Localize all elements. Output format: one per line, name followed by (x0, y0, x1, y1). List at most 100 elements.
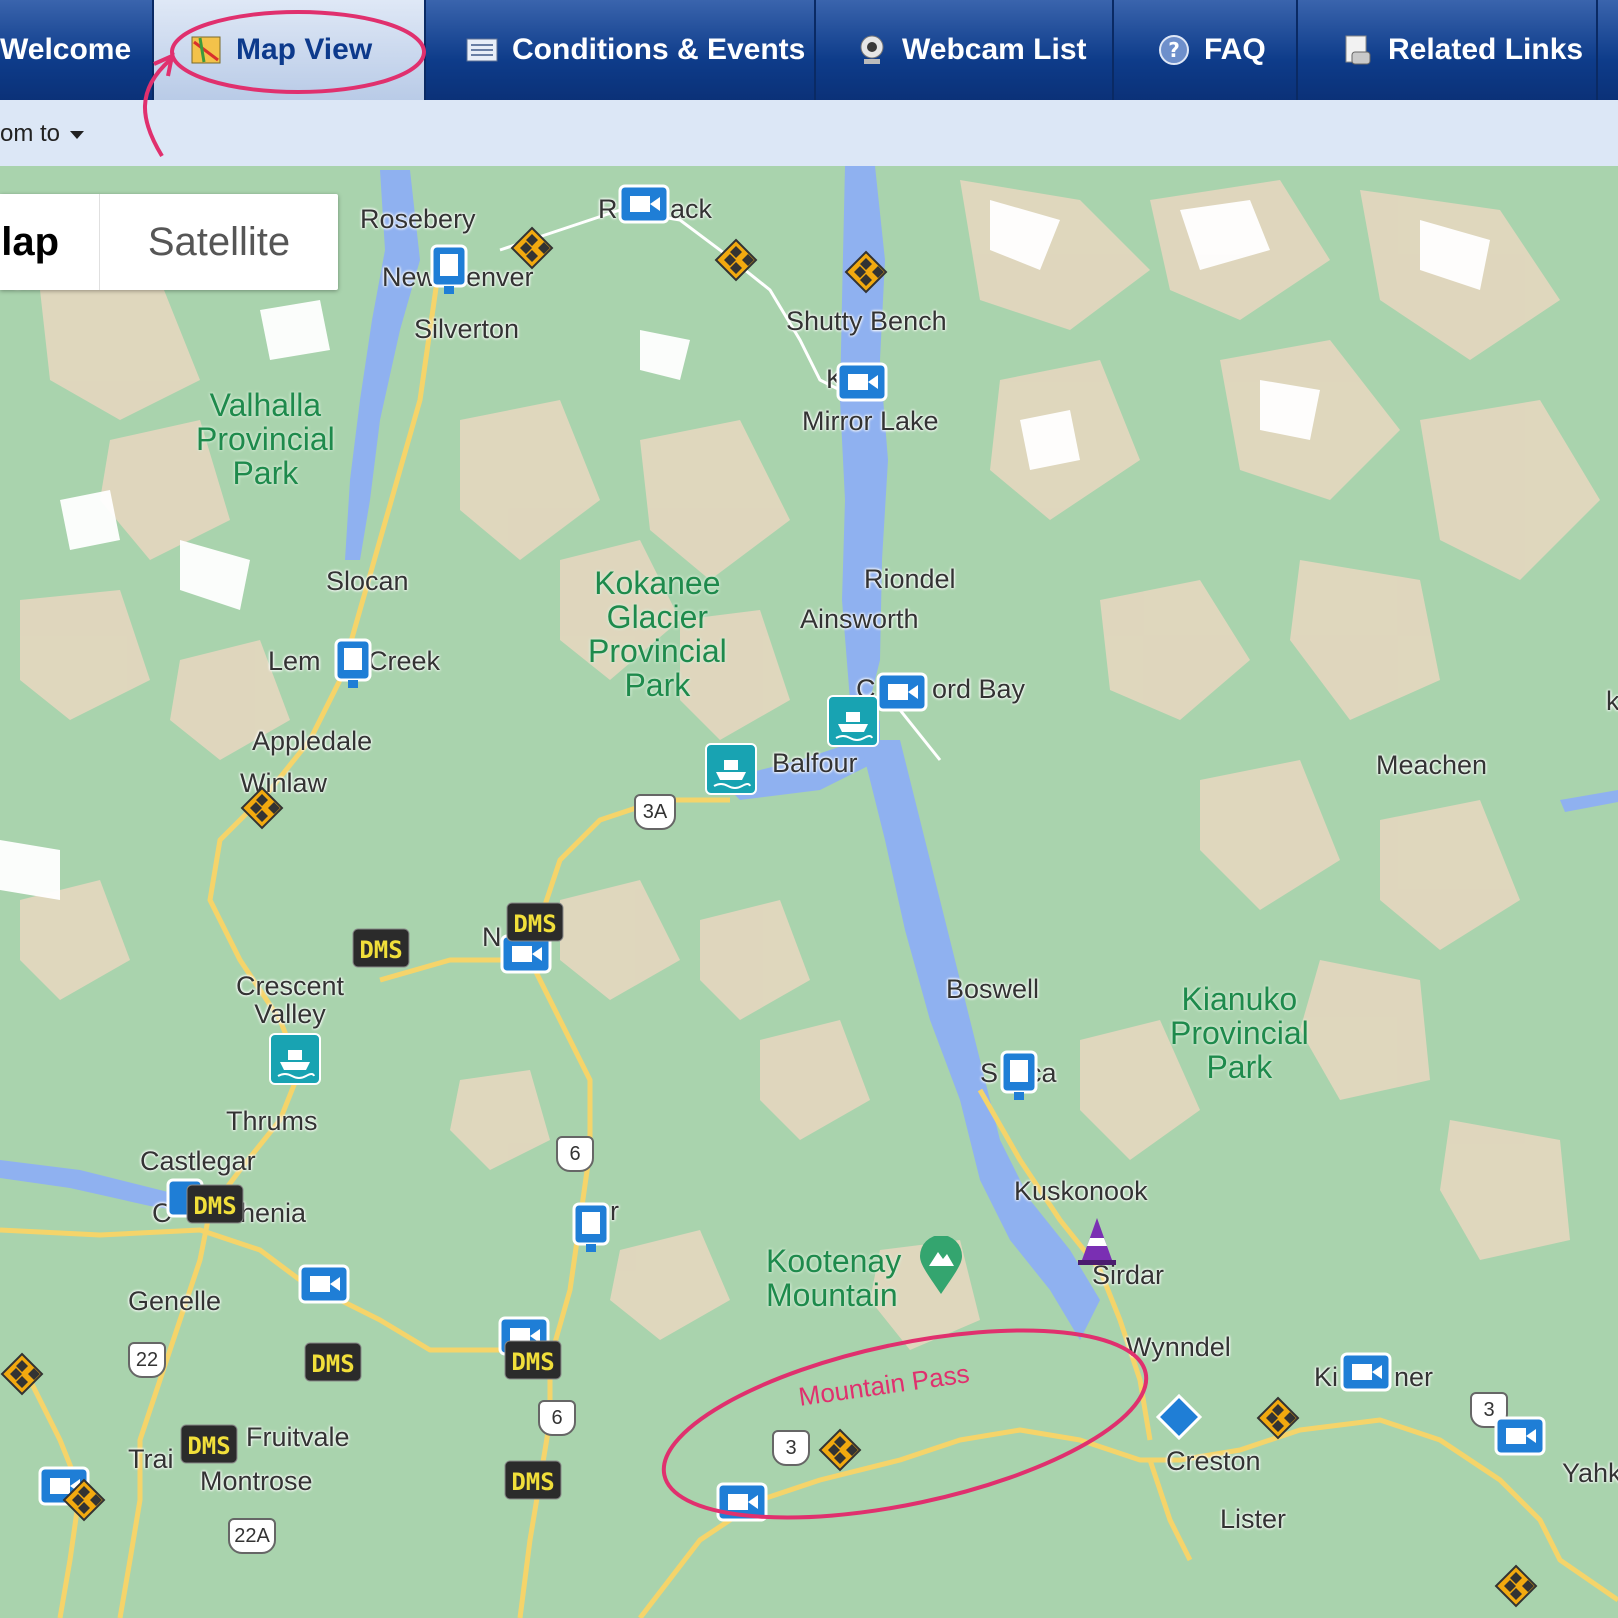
park-label-kokanee: Kokanee Glacier Provincial Park (588, 565, 727, 703)
road-condition-marker[interactable] (62, 1478, 106, 1527)
tab-faq[interactable]: ? FAQ (1114, 0, 1298, 100)
tab-welcome-label: Welcome (0, 33, 132, 66)
place-fruitvale: Fruitvale (246, 1422, 350, 1452)
road-condition-marker[interactable] (844, 250, 888, 299)
road-condition-marker[interactable] (714, 238, 758, 287)
webcam-marker[interactable] (298, 1264, 350, 1309)
highway-shield-3a: 3A (634, 794, 676, 830)
place-meachen: Meachen (1376, 750, 1488, 780)
dms-sign-marker[interactable]: DMS (352, 928, 410, 973)
place-crescent-valley: Crescent Valley (236, 971, 345, 1029)
dms-sign-marker[interactable]: DMS (186, 1184, 244, 1229)
svg-text:DMS: DMS (193, 1192, 236, 1220)
park-label-kianuko: Kianuko Provincial Park (1170, 981, 1309, 1085)
webcam-marker[interactable] (1000, 1050, 1038, 1107)
ferry-marker[interactable] (826, 694, 880, 753)
tab-welcome[interactable]: Welcome (0, 0, 154, 100)
dms-sign-marker[interactable]: DMS (504, 1460, 562, 1505)
tab-faq-label: FAQ (1204, 33, 1266, 66)
tab-map-view[interactable]: Map View (154, 0, 426, 100)
park-pin-icon[interactable] (918, 1235, 964, 1301)
tab-webcam-list-label: Webcam List (902, 33, 1087, 66)
place-yahk: Yahk (1562, 1458, 1618, 1488)
place-kitchener-a: Ki (1314, 1362, 1339, 1392)
place-genelle: Genelle (128, 1286, 222, 1316)
map-type-map-button[interactable]: lap (0, 194, 100, 290)
place-lemon-creek-a: Lem (268, 646, 321, 676)
place-crawford-bay-b: ord Bay (932, 674, 1026, 704)
dms-sign-marker[interactable]: DMS (180, 1424, 238, 1469)
place-shutty-bench: Shutty Bench (786, 306, 947, 336)
webcam-marker[interactable] (430, 244, 468, 301)
place-ootischenia-b: henia (240, 1198, 307, 1228)
svg-text:DMS: DMS (511, 1468, 554, 1496)
webcam-marker[interactable] (1340, 1352, 1392, 1397)
map-toolbar: om to (0, 100, 1618, 168)
place-sanca-a: S (980, 1058, 999, 1088)
zoom-to-dropdown[interactable]: om to (0, 120, 85, 148)
chevron-down-icon (70, 130, 85, 139)
svg-text:DMS: DMS (359, 936, 402, 964)
place-retallack-b: ack (670, 194, 713, 224)
webcam-marker[interactable] (1494, 1416, 1546, 1461)
place-thrums: Thrums (226, 1106, 318, 1136)
place-new-denver-a: New (382, 262, 437, 292)
place-edge-k: k (1606, 686, 1618, 716)
svg-text:DMS: DMS (513, 910, 556, 938)
place-lister: Lister (1220, 1504, 1287, 1534)
webcam-marker[interactable] (572, 1202, 610, 1259)
svg-text:DMS: DMS (511, 1348, 554, 1376)
road-condition-marker[interactable] (240, 786, 284, 835)
map-type-control: lap Satellite (0, 194, 338, 290)
webcam-marker[interactable] (618, 184, 670, 229)
place-montrose: Montrose (200, 1466, 313, 1496)
road-condition-marker[interactable] (0, 1352, 44, 1401)
construction-cone-icon[interactable] (1076, 1216, 1118, 1271)
ferry-marker[interactable] (268, 1032, 322, 1091)
place-kitchener-b: ner (1394, 1362, 1434, 1392)
dms-sign-marker[interactable]: DMS (304, 1342, 362, 1387)
place-wynndel: Wynndel (1126, 1332, 1231, 1362)
place-silverton: Silverton (414, 314, 520, 344)
place-riondel: Riondel (864, 564, 956, 594)
road-condition-marker[interactable] (1494, 1564, 1538, 1613)
webcam-icon (856, 34, 888, 66)
dms-sign-marker[interactable]: DMS (506, 902, 564, 947)
tab-conditions-events[interactable]: Conditions & Events (426, 0, 816, 100)
webcam-marker[interactable] (836, 362, 888, 407)
dms-sign-marker[interactable]: DMS (504, 1340, 562, 1385)
svg-text:DMS: DMS (187, 1432, 230, 1460)
place-boswell: Boswell (946, 974, 1040, 1004)
ferry-marker[interactable] (704, 742, 758, 801)
road-condition-marker[interactable] (1256, 1396, 1300, 1445)
place-appledale: Appledale (252, 726, 373, 756)
highway-shield-22: 22 (128, 1342, 166, 1378)
zoom-to-label: om to (0, 120, 61, 147)
place-ymir-b: r (610, 1196, 619, 1226)
place-kuskonook: Kuskonook (1014, 1176, 1148, 1206)
road-condition-marker[interactable] (818, 1428, 862, 1477)
place-creston: Creston (1166, 1446, 1261, 1476)
list-icon (466, 34, 498, 66)
webcam-marker[interactable] (876, 672, 928, 717)
highway-shield-22a: 22A (228, 1518, 276, 1554)
road-condition-marker[interactable] (1155, 1393, 1203, 1445)
svg-text:DMS: DMS (311, 1350, 354, 1378)
road-condition-marker[interactable] (510, 226, 554, 275)
place-castlegar: Castlegar (140, 1146, 256, 1176)
place-nelson-a: N (482, 922, 502, 952)
tab-webcam-list[interactable]: Webcam List (816, 0, 1114, 100)
map-type-satellite-button[interactable]: Satellite (100, 194, 338, 290)
highway-shield-3-west: 3 (772, 1430, 810, 1466)
place-lemon-creek-b: Creek (368, 646, 441, 676)
map-canvas[interactable]: Valhalla Provincial Park Kokanee Glacier… (0, 166, 1618, 1618)
webcam-marker[interactable] (716, 1482, 768, 1527)
park-label-kootenay-mountain: Kootenay Mountain (766, 1243, 902, 1313)
links-icon (1342, 34, 1374, 66)
webcam-marker[interactable] (334, 638, 372, 695)
tab-related-links[interactable]: Related Links (1298, 0, 1598, 100)
map-icon (190, 34, 222, 66)
place-trail-a: Trai (128, 1444, 174, 1474)
tab-map-view-label: Map View (236, 33, 373, 66)
place-rosebery: Rosebery (360, 204, 476, 234)
